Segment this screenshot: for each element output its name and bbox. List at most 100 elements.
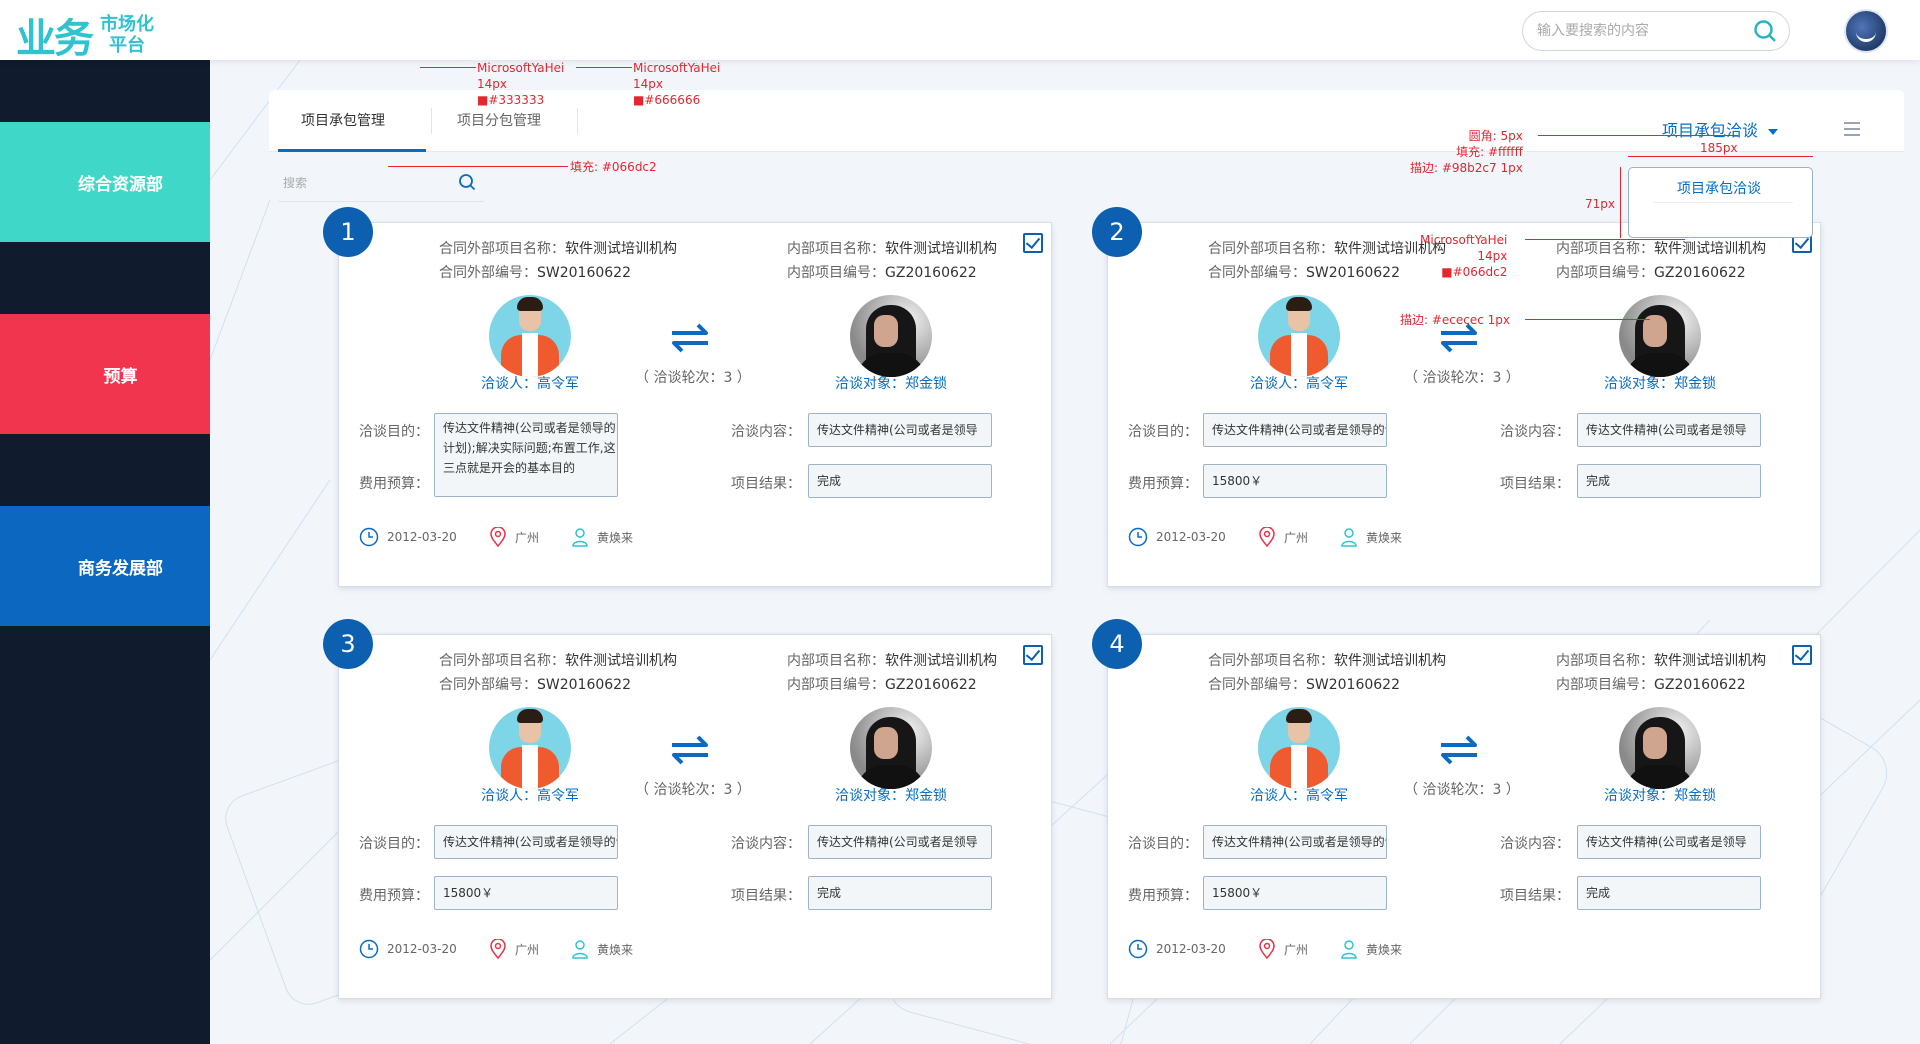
- target-name[interactable]: 洽谈对象：郑金锁: [1580, 373, 1740, 393]
- swap-icon: [672, 735, 708, 765]
- purpose-label: 洽谈目的：: [359, 836, 429, 852]
- search-input[interactable]: 输入要搜索的内容: [1522, 11, 1790, 51]
- int-name-value: 软件测试培训机构: [885, 653, 997, 669]
- annotation-text: 描边: #ececec 1px: [1400, 313, 1511, 327]
- int-no-label: 内部项目编号：: [787, 265, 885, 281]
- annotation-text: 填充: #ffffff: [1456, 145, 1523, 159]
- int-no-label: 内部项目编号：: [1556, 677, 1654, 693]
- negotiator-avatar[interactable]: [1258, 295, 1340, 377]
- card-number: 3: [323, 619, 373, 669]
- result-field[interactable]: 完成: [1577, 876, 1761, 910]
- sidebar-item-budget[interactable]: 预算: [0, 314, 241, 448]
- filter-placeholder: 搜索: [283, 176, 308, 190]
- budget-field[interactable]: 15800￥: [1203, 464, 1387, 498]
- target-avatar[interactable]: [1619, 707, 1701, 789]
- target-name[interactable]: 洽谈对象：郑金锁: [1580, 785, 1740, 805]
- ext-no-value: SW20160622: [1306, 265, 1400, 281]
- annotation-text: MicrosoftYaHei: [1420, 233, 1508, 247]
- annotation-text: 圆角: 5px: [1468, 129, 1523, 143]
- budget-field[interactable]: 15800￥: [434, 876, 618, 910]
- budget-label: 费用预算：: [359, 476, 429, 492]
- sidebar-item-label: 综合资源部: [78, 174, 163, 195]
- location-pin-icon: [1259, 939, 1275, 959]
- negotiation-rounds: （ 洽谈轮次：3 ）: [635, 782, 751, 798]
- location-pin-icon: [490, 939, 506, 959]
- card-checkbox[interactable]: [1023, 645, 1043, 665]
- tab-contract-management[interactable]: 项目承包管理: [269, 90, 417, 152]
- logo-line1: 市场化: [100, 14, 154, 35]
- negotiator-avatar[interactable]: [489, 295, 571, 377]
- purpose-field[interactable]: 传达文件精神(公司或者是领导的计: [1203, 825, 1387, 859]
- dimension-line: [1628, 156, 1813, 157]
- annotation-line: [420, 67, 476, 68]
- negotiator-avatar[interactable]: [1258, 707, 1340, 789]
- result-field[interactable]: 完成: [1577, 464, 1761, 498]
- dropdown-option[interactable]: 项目承包洽谈: [1677, 178, 1761, 198]
- negotiation-card[interactable]: 1 合同外部项目名称：软件测试培训机构 合同外部编号：SW20160622 内部…: [323, 207, 1052, 587]
- tab-divider: [577, 108, 578, 134]
- target-avatar[interactable]: [1619, 295, 1701, 377]
- owner-text: 黄焕来: [597, 942, 634, 957]
- date-text: 2012-03-20: [1156, 530, 1226, 544]
- external-project-info: 合同外部项目名称：软件测试培训机构 合同外部编号：SW20160622: [439, 237, 677, 285]
- target-avatar[interactable]: [850, 707, 932, 789]
- target-name[interactable]: 洽谈对象：郑金锁: [811, 373, 971, 393]
- content-field[interactable]: 传达文件精神(公司或者是领导: [808, 825, 992, 859]
- clock-icon: [359, 527, 379, 547]
- annotation-text: 71px: [1585, 196, 1615, 212]
- ext-no-label: 合同外部编号：: [439, 677, 537, 693]
- target-avatar[interactable]: [850, 295, 932, 377]
- content-field[interactable]: 传达文件精神(公司或者是领导: [1577, 825, 1761, 859]
- target-name[interactable]: 洽谈对象：郑金锁: [811, 785, 971, 805]
- purpose-label: 洽谈目的：: [1128, 836, 1198, 852]
- result-field[interactable]: 完成: [808, 876, 992, 910]
- menu-icon[interactable]: [1844, 122, 1860, 136]
- negotiator-name[interactable]: 洽谈人：高令军: [459, 373, 601, 393]
- card-checkbox[interactable]: [1023, 233, 1043, 253]
- card-date: 2012-03-20: [359, 527, 457, 547]
- budget-label: 费用预算：: [359, 888, 429, 904]
- int-no-label: 内部项目编号：: [787, 677, 885, 693]
- user-avatar[interactable]: [1844, 9, 1888, 53]
- annotation-text: 14px: [633, 77, 663, 91]
- negotiator-name[interactable]: 洽谈人：高令军: [1228, 785, 1370, 805]
- negotiator-avatar[interactable]: [489, 707, 571, 789]
- negotiator-name[interactable]: 洽谈人：高令军: [459, 785, 601, 805]
- content-field[interactable]: 传达文件精神(公司或者是领导: [808, 413, 992, 447]
- card-number: 1: [323, 207, 373, 257]
- search-icon[interactable]: [1753, 19, 1777, 43]
- sidebar-item-label: 商务发展部: [78, 558, 163, 579]
- card-date: 2012-03-20: [1128, 939, 1226, 959]
- card-date: 2012-03-20: [359, 939, 457, 959]
- result-field[interactable]: 完成: [808, 464, 992, 498]
- card-checkbox[interactable]: [1792, 645, 1812, 665]
- sidebar-item-business-dev[interactable]: 商务发展部: [0, 506, 241, 640]
- annotation-line: [576, 67, 632, 68]
- negotiation-card[interactable]: 3 合同外部项目名称：软件测试培训机构 合同外部编号：SW20160622 内部…: [323, 619, 1052, 999]
- filter-input[interactable]: 搜索: [278, 164, 484, 202]
- clock-icon: [359, 939, 379, 959]
- negotiator-name[interactable]: 洽谈人：高令军: [1228, 373, 1370, 393]
- content-field[interactable]: 传达文件精神(公司或者是领导: [1577, 413, 1761, 447]
- int-name-label: 内部项目名称：: [1556, 241, 1654, 257]
- content-label: 洽谈内容：: [1500, 836, 1570, 852]
- budget-field[interactable]: 15800￥: [1203, 876, 1387, 910]
- city-text: 广州: [1284, 942, 1309, 957]
- purpose-field[interactable]: 传达文件精神(公司或者是领导的计划);解决实际问题;布置工作,这三点就是开会的基…: [434, 413, 618, 497]
- int-name-value: 软件测试培训机构: [885, 241, 997, 257]
- annotation-line: [1538, 135, 1738, 136]
- int-no-value: GZ20160622: [885, 265, 977, 281]
- annotation-text: 71px: [1585, 197, 1615, 211]
- ext-name-value: 软件测试培训机构: [565, 653, 677, 669]
- view-dropdown[interactable]: 项目承包洽谈: [1662, 117, 1779, 141]
- sidebar-item-resources[interactable]: 综合资源部: [0, 122, 241, 256]
- result-label: 项目结果：: [731, 888, 801, 904]
- int-no-value: GZ20160622: [1654, 265, 1746, 281]
- negotiation-card[interactable]: 4 合同外部项目名称：软件测试培训机构 合同外部编号：SW20160622 内部…: [1092, 619, 1821, 999]
- purpose-field[interactable]: 传达文件精神(公司或者是领导的计: [434, 825, 618, 859]
- purpose-field[interactable]: 传达文件精神(公司或者是领导的计: [1203, 413, 1387, 447]
- negotiation-rounds: （ 洽谈轮次：3 ）: [635, 370, 751, 386]
- logo[interactable]: 业务 市场化 平台: [16, 6, 154, 64]
- search-icon[interactable]: [458, 173, 476, 191]
- int-no-label: 内部项目编号：: [1556, 265, 1654, 281]
